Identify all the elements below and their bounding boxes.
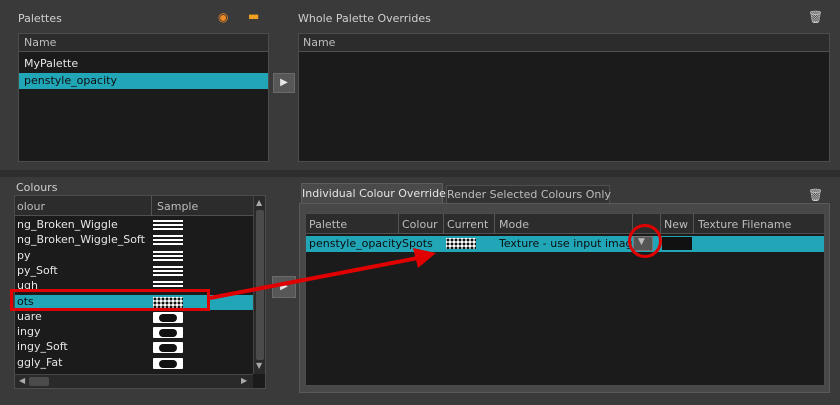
- colour-item-label: py_Soft: [17, 263, 58, 277]
- column-separator: [693, 214, 694, 234]
- current-column: Current: [447, 218, 489, 231]
- colour-item-label: ng_Broken_Wiggle: [17, 218, 118, 231]
- tab-render-selected-colours[interactable]: Render Selected Colours Only: [446, 185, 611, 203]
- colour-sample-swatch: [153, 311, 183, 323]
- palettes-panel: Palettes ◉ ▬ Name MyPalette penstyle_opa…: [0, 0, 840, 170]
- colour-sample-swatch: [153, 327, 183, 339]
- colour-item-label: uare: [17, 309, 42, 323]
- trash-icon[interactable]: 🗑: [808, 10, 823, 24]
- palette-item-selected[interactable]: penstyle_opacity: [19, 73, 268, 89]
- palettes-title: Palettes: [18, 12, 62, 25]
- colours-title: Colours: [16, 181, 58, 194]
- scroll-left-icon[interactable]: ◀: [19, 376, 25, 385]
- colour-sample-column: Sample: [157, 200, 199, 213]
- override-colour: Spots: [402, 237, 433, 250]
- scroll-up-icon[interactable]: ▲: [256, 198, 262, 207]
- annotation-circle: [628, 224, 662, 258]
- palette-list-header: Name: [19, 34, 268, 52]
- panel-divider[interactable]: [0, 170, 840, 177]
- colour-item[interactable]: ingy_Soft: [15, 340, 253, 355]
- colour-item[interactable]: py: [15, 249, 253, 264]
- horizontal-scrollbar[interactable]: ◀ ▶: [15, 374, 253, 388]
- whole-overrides-name-column: Name: [303, 36, 336, 49]
- colour-item[interactable]: uare: [15, 310, 253, 325]
- palette-item[interactable]: MyPalette: [19, 56, 268, 72]
- scroll-right-icon[interactable]: ▶: [241, 376, 247, 385]
- column-separator: [398, 214, 399, 234]
- palette-name-column: Name: [24, 36, 57, 49]
- colour-sample-swatch: [153, 250, 183, 262]
- add-palette-override-button[interactable]: ▶: [273, 73, 295, 93]
- palette-item-label: MyPalette: [24, 57, 79, 70]
- add-colour-override-button[interactable]: ▶: [272, 276, 296, 298]
- current-swatch: [446, 238, 476, 249]
- palette-column: Palette: [309, 218, 348, 231]
- trash-icon[interactable]: 🗑: [808, 188, 823, 202]
- new-column: New: [664, 218, 688, 231]
- colour-item[interactable]: py_Soft: [15, 264, 253, 279]
- column-separator: [443, 214, 444, 234]
- colour-sample-swatch: [153, 265, 183, 277]
- colour-column: Colour: [402, 218, 438, 231]
- colour-item-label: ggly_Fat: [17, 355, 63, 369]
- colour-item-label: ng_Broken_Wiggle_Soft: [17, 233, 145, 247]
- palette-icon[interactable]: ◉: [218, 10, 228, 24]
- whole-overrides-list: Name: [298, 33, 830, 162]
- colour-list-header: olour Sample: [15, 196, 253, 216]
- texture-filename-column: Texture Filename: [698, 218, 792, 231]
- mode-column: Mode: [499, 218, 529, 231]
- override-palette: penstyle_opacity: [309, 237, 402, 250]
- colour-sample-swatch: [153, 235, 183, 247]
- colour-item[interactable]: ng_Broken_Wiggle: [15, 218, 253, 233]
- whole-overrides-header: Name: [299, 34, 829, 52]
- palette-item-label: penstyle_opacity: [24, 74, 117, 87]
- override-mode[interactable]: Texture - use input image: [499, 237, 632, 250]
- folder-icon[interactable]: ▬: [248, 9, 259, 23]
- colour-item-label: py: [17, 248, 31, 262]
- tab-individual-colour-overrides[interactable]: Individual Colour Overrides: [301, 183, 452, 203]
- colour-item[interactable]: ingy: [15, 325, 253, 340]
- colour-item[interactable]: ng_Broken_Wiggle_Soft: [15, 233, 253, 248]
- colour-item[interactable]: ggly_Fat: [15, 356, 253, 371]
- palette-list: Name MyPalette penstyle_opacity: [18, 33, 269, 162]
- colour-sample-swatch: [153, 220, 183, 231]
- column-separator: [151, 196, 152, 216]
- vertical-scrollbar[interactable]: ▲ ▼: [253, 196, 265, 374]
- overrides-table-header: Palette Colour Current Mode New Texture …: [306, 214, 824, 234]
- scroll-down-icon[interactable]: ▼: [256, 361, 262, 370]
- annotation-highlight-box: [10, 289, 210, 311]
- scroll-thumb[interactable]: [256, 210, 264, 360]
- new-swatch[interactable]: [662, 237, 692, 250]
- colour-sample-swatch: [153, 342, 183, 354]
- colour-name-column: olour: [17, 200, 46, 213]
- colour-sample-swatch: [153, 357, 183, 369]
- override-row[interactable]: penstyle_opacity Spots Texture - use inp…: [306, 236, 824, 252]
- colour-item-label: ingy: [17, 325, 41, 339]
- whole-overrides-title: Whole Palette Overrides: [298, 12, 431, 25]
- column-separator: [494, 214, 495, 234]
- colour-overrides-table: Palette Colour Current Mode New Texture …: [305, 213, 825, 386]
- scroll-thumb-horizontal[interactable]: [29, 377, 49, 386]
- column-separator: [660, 214, 661, 234]
- colour-item-label: ingy_Soft: [17, 340, 68, 354]
